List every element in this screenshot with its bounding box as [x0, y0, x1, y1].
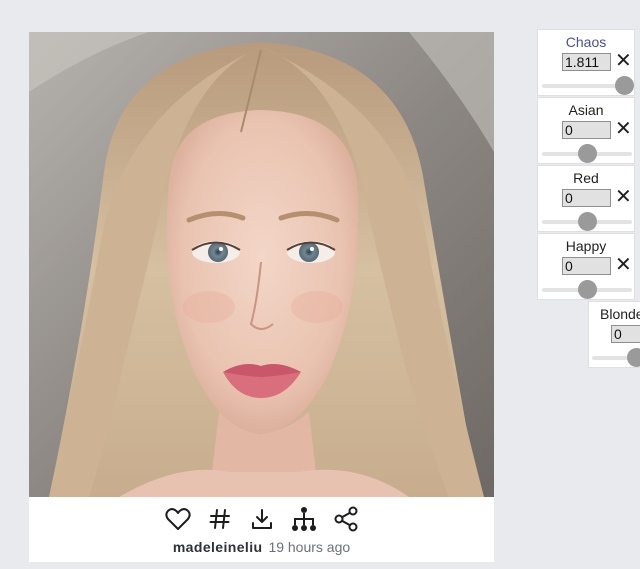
slider-panel-red: Red ✕ [537, 165, 635, 232]
download-icon[interactable] [248, 505, 276, 533]
post-meta: madeleineliu 19 hours ago [29, 538, 494, 556]
slider-panel-asian: Asian ✕ [537, 97, 635, 164]
slider-knob[interactable] [615, 76, 634, 95]
close-icon[interactable]: ✕ [615, 186, 632, 208]
slider-label: Blonde [600, 306, 640, 322]
share-icon[interactable] [332, 505, 360, 533]
slider-label: Chaos [565, 34, 607, 50]
action-bar [29, 502, 494, 536]
slider-label: Happy [565, 238, 607, 254]
slider-value-input[interactable] [562, 53, 611, 71]
close-icon[interactable]: ✕ [615, 254, 632, 276]
slider-value-input[interactable] [562, 257, 611, 275]
slider-knob[interactable] [578, 212, 597, 231]
slider-label: Asian [568, 102, 604, 118]
heart-icon[interactable] [164, 505, 192, 533]
slider-value-input[interactable] [562, 121, 611, 139]
slider-label: Red [573, 170, 599, 186]
image-card: madeleineliu 19 hours ago [29, 32, 494, 562]
timestamp: 19 hours ago [268, 539, 351, 555]
slider-value-input[interactable] [562, 189, 611, 207]
slider-panel-happy: Happy ✕ [537, 233, 635, 300]
slider-knob[interactable] [578, 280, 597, 299]
slider-panel-blonde: Blonde [588, 301, 640, 368]
slider-value-input[interactable] [611, 325, 640, 343]
generated-portrait-image[interactable] [29, 32, 494, 497]
close-icon[interactable]: ✕ [615, 50, 632, 72]
slider-panel-chaos: Chaos ✕ [537, 29, 635, 96]
username-link[interactable]: madeleineliu [173, 539, 263, 555]
tree-icon[interactable] [290, 505, 318, 533]
close-icon[interactable]: ✕ [615, 118, 632, 140]
hashtag-icon[interactable] [206, 505, 234, 533]
slider-knob[interactable] [578, 144, 597, 163]
slider-knob[interactable] [627, 348, 640, 367]
